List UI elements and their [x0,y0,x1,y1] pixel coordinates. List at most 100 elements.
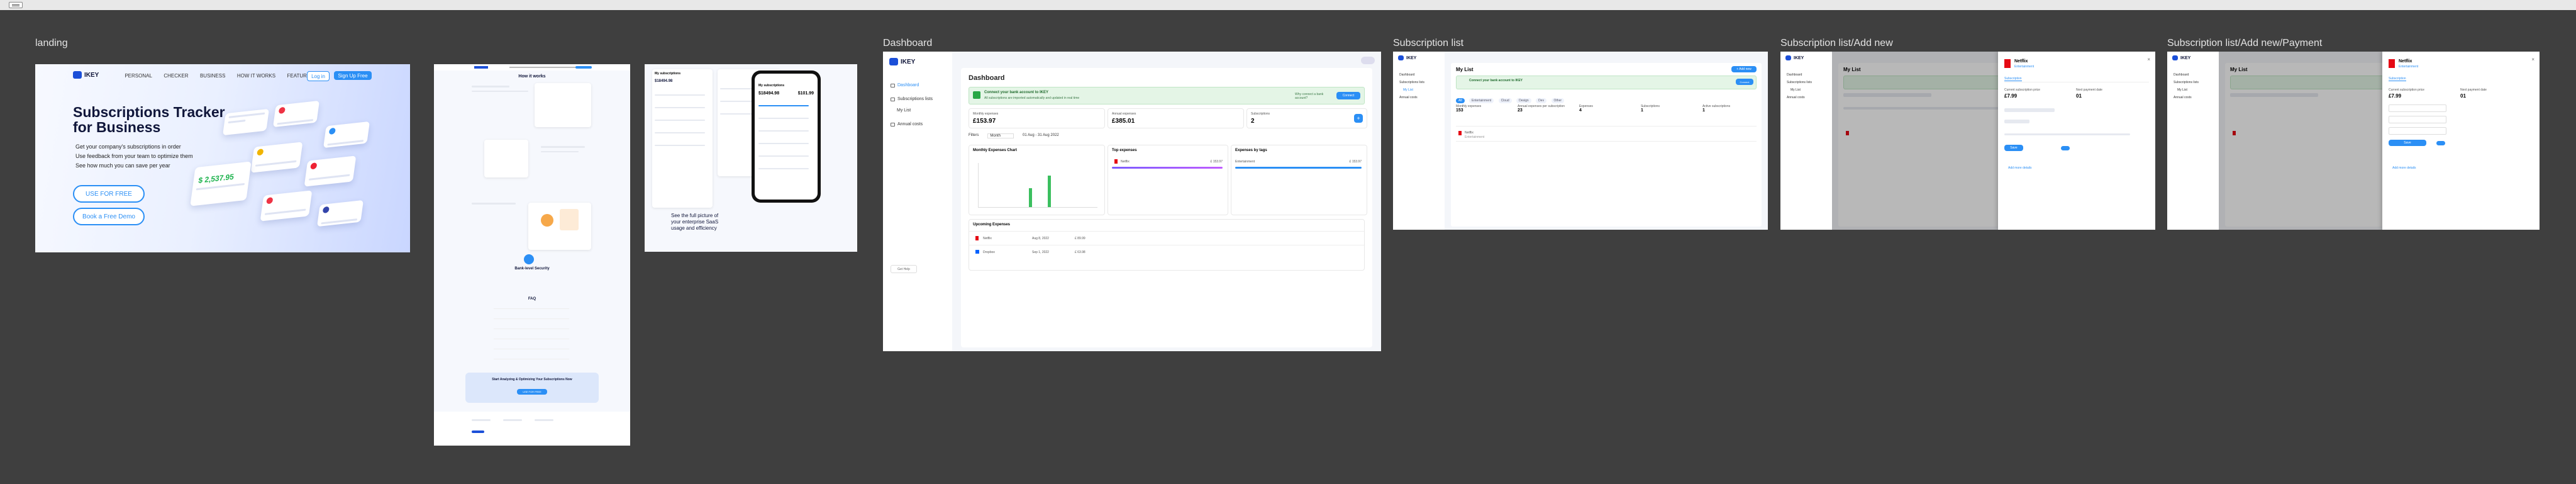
chart-bar [1029,188,1032,207]
nav-link-business[interactable]: BUSINESS [200,73,225,79]
nav-link-how-it-works[interactable]: HOW IT WORKS [237,73,275,79]
how-it-works-title: How it works [518,74,546,79]
sidebar-item-annual-costs[interactable]: Annual costs [1787,96,1805,99]
toggle[interactable] [2061,146,2070,150]
page-title: Dashboard [969,74,1005,82]
hero-bullet: Get your company's subscriptions in orde… [75,144,181,150]
subscription-row-tag: Entertainment [1465,135,1485,139]
drawer-name: Netflix [2014,59,2028,64]
use-for-free-button[interactable]: USE FOR FREE [73,185,145,203]
billing-date-input[interactable] [2389,127,2446,135]
menu-icon[interactable] [9,2,23,8]
add-subscription-button[interactable]: + [1354,114,1363,123]
toggle[interactable] [2436,141,2445,145]
sidebar: IKEY Dashboard Subscriptions lists My Li… [1780,52,1833,230]
chart-bar [1048,176,1051,207]
sidebar-item-subscriptions[interactable]: Subscriptions lists [1787,81,1812,84]
login-button[interactable]: Log in [307,71,330,81]
footer [434,412,630,446]
tab-all[interactable]: All [1456,98,1465,103]
signup-button[interactable] [575,66,592,69]
sidebar-item-annual-costs[interactable]: Annual costs [2174,96,2192,99]
monthly-expenses-card: Monthly expenses £153.97 [969,108,1105,128]
tab-dev[interactable]: Dev [1536,98,1547,103]
upcoming-date: Sep 1, 2022 [1032,250,1049,254]
filters-button[interactable]: Filters [969,133,979,138]
sidebar-item-my-list[interactable]: My List [1403,88,1413,92]
annual-expenses-card: Annual expenses £385.01 [1108,108,1244,128]
close-icon[interactable]: × [2147,57,2150,62]
upcoming-date: Aug 8, 2022 [1032,237,1049,240]
nav-link-personal[interactable]: PERSONAL [125,73,152,79]
sidebar-item-annual-costs[interactable]: Annual costs [891,122,923,127]
sidebar-item-dashboard[interactable]: Dashboard [1787,73,1802,77]
sidebar-item-dashboard[interactable]: Dashboard [2174,73,2189,77]
tab-subscription[interactable]: Subscription [2004,77,2022,81]
phone-amount: $101.99 [797,91,814,96]
help-button[interactable]: Get Help [891,265,917,273]
logo-icon [2172,55,2178,60]
frame-label-sub-add: Subscription list/Add new [1780,38,1893,48]
sidebar-item-my-list[interactable]: My List [1790,88,1801,92]
sidebar-item-my-list[interactable]: My List [2177,88,2187,92]
avatar[interactable] [1361,57,1375,64]
upcoming-amount: £ 89.99 [1075,237,1085,240]
upcoming-name: Netflix [983,237,992,240]
tab-cloud[interactable]: Cloud [1498,98,1512,103]
drawer-tag[interactable]: Entertainment [2014,65,2034,69]
netflix-icon [2389,59,2395,68]
book-demo-button[interactable]: Book a Free Demo [73,208,145,225]
sidebar: IKEY Dashboard Subscriptions lists My Li… [2167,52,2219,230]
why-connect-link[interactable]: Why connect a bank account? [1295,93,1333,100]
shield-icon [524,254,534,264]
save-button[interactable]: Save [2004,145,2023,151]
close-icon[interactable]: × [2531,57,2534,62]
expenses-by-tags-card: Expenses by tags Entertainment £ 153.97 [1231,145,1367,215]
hero-title: Subscriptions Tracker for Business [73,104,225,135]
sidebar-item-my-list[interactable]: My List [897,108,911,113]
cta-banner: Start Analyzing & Optimizing Your Subscr… [465,373,599,403]
sidebar-item-dashboard[interactable]: Dashboard [891,83,919,87]
save-button[interactable]: Save [2389,140,2426,146]
tab-entertainment[interactable]: Entertainment [1469,98,1494,103]
dashboard-main: Dashboard Connect your bank account to I… [952,52,1381,351]
logo-icon [73,71,82,79]
dashboard-frame: IKEY Dashboard Subscriptions lists My Li… [883,52,1381,351]
add-details-link[interactable]: Add more details [2008,166,2032,170]
sidebar-item-subscriptions[interactable]: Subscriptions lists [1399,81,1424,84]
nav-link-checker[interactable]: CHECKER [164,73,188,79]
filters-bar: Filters Month 01 Aug - 31 Aug 2022 [969,133,1059,138]
add-new-button[interactable]: + Add new [1731,66,1757,72]
hero-card [260,190,313,222]
period-select[interactable]: Month [987,133,1014,138]
signup-button[interactable]: Sign Up Free [334,71,372,80]
sub-add-frame: IKEY Dashboard Subscriptions lists My Li… [1780,52,2155,230]
tab-subscription[interactable]: Subscription [2389,77,2406,81]
subscription-row-name[interactable]: Netflix [1465,131,1474,135]
sidebar-item-annual-costs[interactable]: Annual costs [1399,96,1418,99]
security-title: Bank-level Security [514,267,550,271]
upcoming-amount: £ 63.98 [1075,250,1085,254]
app-logo: IKEY [2172,55,2190,60]
tab-design[interactable]: Design [1516,98,1531,103]
landing-logo: IKEY [73,71,99,79]
date-range-picker[interactable]: 01 Aug - 31 Aug 2022 [1023,133,1059,138]
sidebar-item-subscriptions[interactable]: Subscriptions lists [2174,81,2199,84]
signup-button[interactable]: USE FOR FREE [517,389,547,395]
connect-button[interactable]: Connect [1336,92,1360,99]
netflix-icon [1114,159,1118,164]
sidebar-item-subscriptions[interactable]: Subscriptions lists [891,97,933,101]
hero-card [323,121,370,149]
add-details-link[interactable]: Add more details [2392,166,2416,170]
connect-button[interactable]: Connect [1736,79,1753,85]
hero-card [304,155,357,187]
sidebar-item-dashboard[interactable]: Dashboard [1399,73,1414,77]
tab-other[interactable]: Other [1551,98,1565,103]
modal-overlay[interactable] [2219,52,2382,230]
expense-bar [1112,167,1223,169]
payment-drawer: × Netflix Entertainment Subscription Cur… [2382,52,2540,230]
logo-icon [1398,55,1404,60]
payment-method-select[interactable] [2389,104,2446,112]
card-number-input[interactable] [2389,116,2446,123]
modal-overlay[interactable] [1832,52,1998,230]
